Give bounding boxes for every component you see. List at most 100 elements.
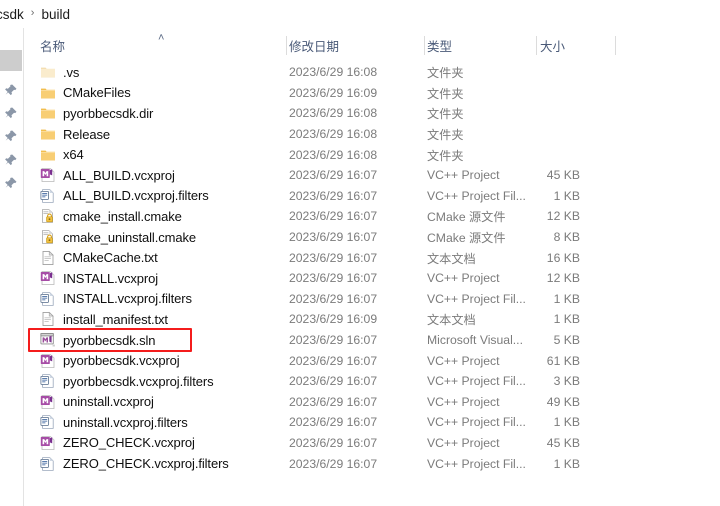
pin-icon[interactable] (4, 106, 18, 120)
column-divider-3[interactable] (536, 36, 537, 55)
address-bar[interactable]: csdk › build (0, 0, 720, 28)
file-date-cell: 2023/6/29 16:08 (289, 106, 378, 121)
file-name-cell[interactable]: x64 (40, 144, 84, 165)
file-date-cell: 2023/6/29 16:07 (289, 168, 378, 183)
column-divider-4[interactable] (615, 36, 616, 55)
file-size-cell: 5 KB (553, 333, 580, 348)
file-date-cell: 2023/6/29 16:09 (289, 312, 378, 327)
navigation-pane[interactable] (0, 28, 24, 506)
table-row[interactable]: uninstall.vcxproj 2023/6/29 16:07 VC++ Pro… (24, 392, 720, 413)
file-name-cell[interactable]: ZERO_CHECK.vcxproj (40, 433, 195, 454)
file-date-cell: 2023/6/29 16:09 (289, 85, 378, 100)
file-date-cell: 2023/6/29 16:07 (289, 250, 378, 265)
table-row[interactable]: cmake_install.cmake 2023/6/29 16:07 CMake … (24, 206, 720, 227)
pin-icon[interactable] (4, 153, 18, 167)
column-divider-2[interactable] (424, 36, 425, 55)
file-name-cell[interactable]: install_manifest.txt (40, 309, 168, 330)
file-size-cell: 61 KB (546, 353, 580, 368)
table-row[interactable]: pyorbbecsdk.vcxproj.filters 2023/6/29 16:… (24, 371, 720, 392)
table-row[interactable]: install_manifest.txt 2023/6/29 16:09 文本文档 1… (24, 309, 720, 330)
column-header-row[interactable]: ˄ 名称 修改日期 类型 大小 (24, 31, 720, 60)
file-date-cell: 2023/6/29 16:07 (289, 188, 378, 203)
file-explorer-window: csdk › build ˄ 名称 修改日期 类型 大小 .vs 2023/6/2… (0, 0, 720, 506)
folder-hidden-icon (40, 64, 56, 80)
file-type-cell: 文件夹 (427, 66, 464, 81)
file-size-cell: 1 KB (553, 291, 580, 306)
file-name-label: ALL_BUILD.vcxproj.filters (63, 188, 209, 204)
table-row[interactable]: ALL_BUILD.vcxproj.filters 2023/6/29 16:07… (24, 186, 720, 207)
file-name-cell[interactable]: Release (40, 124, 110, 145)
table-row[interactable]: CMakeFiles 2023/6/29 16:09 文件夹 (24, 83, 720, 104)
column-header-date[interactable]: 修改日期 (289, 31, 339, 60)
file-name-label: x64 (63, 147, 84, 163)
table-row[interactable]: pyorbbecsdk.vcxproj 2023/6/29 16:07 VC++ P… (24, 350, 720, 371)
column-header-name[interactable]: 名称 (40, 31, 65, 60)
vcxproj-icon (40, 394, 56, 410)
file-name-cell[interactable]: uninstall.vcxproj (40, 392, 154, 413)
filters-icon (40, 414, 56, 430)
table-row[interactable]: ALL_BUILD.vcxproj 2023/6/29 16:07 VC++ Pro… (24, 165, 720, 186)
file-list[interactable]: .vs 2023/6/29 16:08 文件夹 CMakeFiles 2023/6/29… (24, 62, 720, 506)
file-size-cell: 12 KB (546, 209, 580, 224)
file-name-cell[interactable]: uninstall.vcxproj.filters (40, 412, 188, 433)
breadcrumb-segment-build[interactable]: build (41, 7, 70, 22)
table-row[interactable]: pyorbbecsdk.dir 2023/6/29 16:08 文件夹 (24, 103, 720, 124)
nav-selected-item[interactable] (0, 50, 22, 71)
table-row[interactable]: cmake_uninstall.cmake 2023/6/29 16:07 CMak… (24, 227, 720, 248)
pin-icon[interactable] (4, 176, 18, 190)
file-name-cell[interactable]: INSTALL.vcxproj.filters (40, 289, 192, 310)
column-header-type[interactable]: 类型 (427, 31, 452, 60)
file-type-cell: 文件夹 (427, 148, 464, 163)
file-type-cell: VC++ Project (427, 168, 500, 183)
file-name-cell[interactable]: cmake_uninstall.cmake (40, 227, 196, 248)
table-row[interactable]: ZERO_CHECK.vcxproj 2023/6/29 16:07 VC++ Pr… (24, 433, 720, 454)
file-type-cell: CMake 源文件 (427, 231, 506, 246)
breadcrumb-separator-icon: › (30, 7, 35, 19)
file-size-cell: 49 KB (546, 394, 580, 409)
file-date-cell: 2023/6/29 16:08 (289, 127, 378, 142)
file-name-cell[interactable]: pyorbbecsdk.dir (40, 103, 153, 124)
table-row[interactable]: pyorbbecsdk.sln 2023/6/29 16:07 Microsoft … (24, 330, 720, 351)
file-name-cell[interactable]: cmake_install.cmake (40, 206, 182, 227)
file-size-cell: 8 KB (553, 230, 580, 245)
folder-icon (40, 105, 56, 121)
file-name-label: ALL_BUILD.vcxproj (63, 167, 175, 183)
file-date-cell: 2023/6/29 16:07 (289, 209, 378, 224)
file-type-cell: 文件夹 (427, 107, 464, 122)
pin-icon[interactable] (4, 129, 18, 143)
file-name-label: INSTALL.vcxproj (63, 270, 159, 286)
file-name-cell[interactable]: pyorbbecsdk.vcxproj (40, 350, 180, 371)
table-row[interactable]: INSTALL.vcxproj 2023/6/29 16:07 VC++ Proje… (24, 268, 720, 289)
file-date-cell: 2023/6/29 16:07 (289, 435, 378, 450)
file-name-label: install_manifest.txt (63, 311, 168, 327)
file-name-cell[interactable]: pyorbbecsdk.sln (40, 330, 156, 351)
file-name-cell[interactable]: ZERO_CHECK.vcxproj.filters (40, 453, 229, 474)
pin-icon[interactable] (4, 83, 18, 97)
table-row[interactable]: x64 2023/6/29 16:08 文件夹 (24, 144, 720, 165)
file-date-cell: 2023/6/29 16:07 (289, 394, 378, 409)
file-name-cell[interactable]: pyorbbecsdk.vcxproj.filters (40, 371, 214, 392)
table-row[interactable]: INSTALL.vcxproj.filters 2023/6/29 16:07 VC… (24, 289, 720, 310)
file-name-label: pyorbbecsdk.dir (63, 105, 154, 121)
table-row[interactable]: CMakeCache.txt 2023/6/29 16:07 文本文档 16 KB (24, 247, 720, 268)
file-name-label: pyorbbecsdk.vcxproj.filters (63, 373, 214, 389)
breadcrumb-segment-parent[interactable]: csdk (0, 7, 24, 22)
file-name-label: Release (63, 126, 110, 142)
table-row[interactable]: ZERO_CHECK.vcxproj.filters 2023/6/29 16:0… (24, 453, 720, 474)
column-divider-1[interactable] (286, 36, 287, 55)
file-size-cell: 1 KB (553, 188, 580, 203)
table-row[interactable]: uninstall.vcxproj.filters 2023/6/29 16:07… (24, 412, 720, 433)
column-header-size[interactable]: 大小 (540, 31, 565, 60)
table-row[interactable]: Release 2023/6/29 16:08 文件夹 (24, 124, 720, 145)
file-name-cell[interactable]: CMakeFiles (40, 83, 131, 104)
file-name-cell[interactable]: INSTALL.vcxproj (40, 268, 158, 289)
file-name-cell[interactable]: CMakeCache.txt (40, 247, 158, 268)
file-name-cell[interactable]: .vs (40, 62, 79, 83)
file-name-cell[interactable]: ALL_BUILD.vcxproj.filters (40, 186, 209, 207)
file-date-cell: 2023/6/29 16:07 (289, 291, 378, 306)
vcxproj-icon (40, 270, 56, 286)
file-name-label: ZERO_CHECK.vcxproj.filters (63, 456, 229, 472)
table-row[interactable]: .vs 2023/6/29 16:08 文件夹 (24, 62, 720, 83)
file-date-cell: 2023/6/29 16:07 (289, 374, 378, 389)
file-name-cell[interactable]: ALL_BUILD.vcxproj (40, 165, 175, 186)
